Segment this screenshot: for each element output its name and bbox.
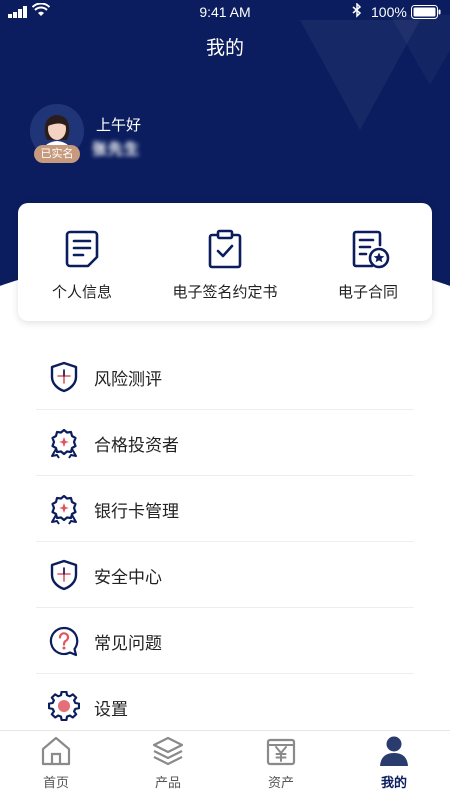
tab-label: 产品 bbox=[154, 776, 181, 791]
tab-label: 我的 bbox=[380, 776, 407, 791]
status-bar: 9:41 AM 100% bbox=[0, 0, 450, 24]
menu-item-label: 安全中心 bbox=[94, 568, 162, 588]
menu-item-label: 合格投资者 bbox=[94, 436, 179, 456]
tab-label: 首页 bbox=[42, 776, 69, 791]
shield-icon bbox=[50, 559, 78, 591]
document-icon bbox=[65, 230, 99, 268]
card-item-label: 电子签名约定书 bbox=[172, 283, 278, 301]
clipboard-check-icon bbox=[208, 229, 242, 269]
medal-icon bbox=[51, 494, 77, 525]
person-icon bbox=[380, 736, 408, 766]
page-title: 我的 bbox=[205, 37, 244, 59]
card-item-label: 个人信息 bbox=[51, 283, 112, 301]
menu-item-label: 设置 bbox=[94, 700, 128, 720]
bluetooth-icon bbox=[352, 3, 362, 18]
battery-icon bbox=[411, 5, 441, 19]
username-text: 张先生 bbox=[92, 140, 141, 158]
menu-item-qualified-investor[interactable]: 合格投资者 bbox=[36, 410, 414, 476]
home-icon bbox=[41, 736, 71, 766]
card-item-label: 电子合同 bbox=[337, 283, 398, 301]
greeting-text: 上午好 bbox=[96, 116, 142, 134]
personal-info-button[interactable]: 个人信息 bbox=[32, 203, 132, 321]
battery-percentage: 100% bbox=[371, 4, 407, 20]
menu-item-label: 银行卡管理 bbox=[94, 502, 179, 522]
tab-home[interactable]: 首页 bbox=[0, 731, 112, 800]
medal-icon bbox=[51, 428, 77, 459]
e-signature-agreement-button[interactable]: 电子签名约定书 bbox=[160, 203, 290, 321]
gear-icon bbox=[48, 691, 80, 722]
tab-label: 资产 bbox=[267, 776, 294, 791]
tab-assets[interactable]: 资产 bbox=[225, 731, 337, 800]
menu-item-bank-card-management[interactable]: 银行卡管理 bbox=[36, 476, 414, 542]
verified-badge: 已实名 bbox=[34, 145, 80, 163]
menu-item-faq[interactable]: 常见问题 bbox=[36, 608, 414, 674]
menu-item-risk-assessment[interactable]: 风险测评 bbox=[36, 344, 414, 410]
menu-item-label: 常见问题 bbox=[94, 634, 162, 654]
menu-item-security-center[interactable]: 安全中心 bbox=[36, 542, 414, 608]
layers-icon bbox=[152, 736, 184, 766]
tab-products[interactable]: 产品 bbox=[112, 731, 224, 800]
menu-item-label: 风险测评 bbox=[94, 370, 162, 390]
shield-icon bbox=[50, 361, 78, 393]
quick-actions-card: 个人信息 电子签名约定书 电子合同 bbox=[18, 203, 432, 321]
yen-box-icon bbox=[266, 738, 296, 766]
contract-star-icon bbox=[352, 230, 390, 269]
tab-mine[interactable]: 我的 bbox=[338, 731, 450, 800]
e-contract-button[interactable]: 电子合同 bbox=[318, 203, 418, 321]
question-bubble-icon bbox=[49, 626, 79, 657]
bottom-tab-bar: 首页 产品 资产 我的 bbox=[0, 730, 450, 800]
